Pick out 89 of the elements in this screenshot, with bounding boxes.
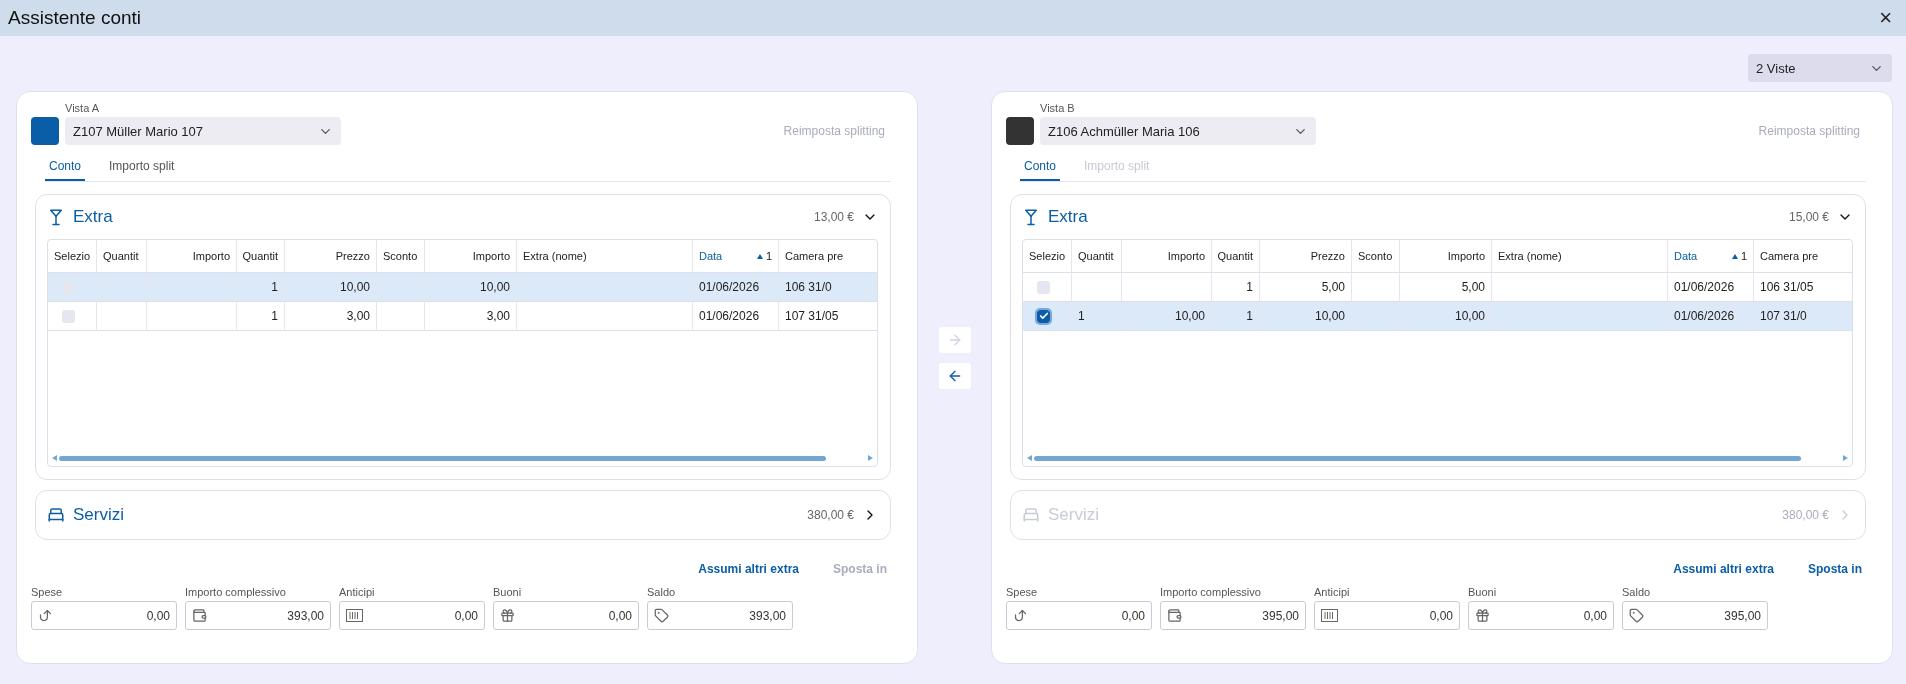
- row-checkbox[interactable]: [1037, 280, 1050, 294]
- table-cell: 10,00: [425, 273, 517, 302]
- table-cell: 1: [237, 302, 285, 331]
- account-select[interactable]: Z107 Müller Mario 107: [65, 117, 341, 145]
- scroll-right-icon[interactable]: [1843, 455, 1848, 461]
- gift-icon: [500, 608, 515, 623]
- view-label: Vista A: [65, 102, 101, 114]
- row-checkbox[interactable]: [1037, 309, 1050, 323]
- extra-card: Extra 15,00 € Selezio Quantit Importo Quantit Prezzo Sconto Importo Extra (nome) Data 1 Camera pre 1 5,00 5,00 01/06/2026 106 31/05 1 10,00 1 10,00 10,00 01/06/2026 107 31/0: [1010, 194, 1866, 480]
- amount-field[interactable]: 0,00: [1468, 601, 1614, 630]
- close-button[interactable]: ×: [1875, 5, 1896, 31]
- wallet-icon: [1167, 608, 1182, 623]
- wallet-icon: [192, 608, 207, 623]
- table-cell: [1072, 273, 1122, 302]
- table-cell: 3,00: [425, 302, 517, 331]
- table-cell: [1352, 273, 1400, 302]
- table-cell: [97, 302, 147, 331]
- table-cell: [377, 273, 425, 302]
- account-select[interactable]: Z106 Achmüller Maria 106: [1040, 117, 1316, 145]
- table-cell: [97, 273, 147, 302]
- table-cell: 106 31/0: [779, 273, 877, 302]
- amount-field[interactable]: 0,00: [493, 601, 639, 630]
- sort-up-icon: [1731, 253, 1738, 259]
- table-cell: 5,00: [1260, 273, 1352, 302]
- row-checkbox[interactable]: [62, 309, 75, 323]
- scroll-left-icon[interactable]: [52, 455, 57, 461]
- table-cell: 01/06/2026: [1668, 273, 1754, 302]
- views-select[interactable]: 2 Viste: [1748, 54, 1892, 82]
- amount-field[interactable]: 0,00: [31, 601, 177, 630]
- scroll-right-icon[interactable]: [868, 455, 873, 461]
- tag-icon: [654, 608, 669, 623]
- glass-icon: [1022, 208, 1040, 226]
- undo-icon: [38, 608, 53, 623]
- field-label: Buoni: [493, 586, 523, 598]
- table-cell: 01/06/2026: [1668, 302, 1754, 331]
- field-label: Spese: [1006, 586, 1039, 598]
- field-label: Anticipi: [1314, 586, 1351, 598]
- scrollbar-thumb[interactable]: [59, 455, 826, 461]
- action-link[interactable]: Assumi altri extra: [698, 562, 799, 576]
- field-label: Importo complessivo: [1160, 586, 1262, 598]
- table-cell: 01/06/2026: [693, 273, 779, 302]
- scrollbar-thumb[interactable]: [1034, 455, 1801, 461]
- tab[interactable]: Conto: [1020, 157, 1061, 181]
- columns-icon: [1321, 609, 1338, 622]
- glass-icon: [47, 208, 65, 226]
- table-cell: 1: [237, 273, 285, 302]
- scroll-left-icon[interactable]: [1027, 455, 1032, 461]
- gift-icon: [1475, 608, 1490, 623]
- amount-field[interactable]: 393,00: [185, 601, 331, 630]
- tab[interactable]: Conto: [45, 157, 86, 181]
- services-card: Servizi 380,00 €: [35, 490, 891, 540]
- field-label: Anticipi: [339, 586, 376, 598]
- table-cell: 10,00: [1260, 302, 1352, 331]
- table-cell: [377, 302, 425, 331]
- action-link[interactable]: Sposta in: [1808, 562, 1862, 576]
- amount-field[interactable]: 395,00: [1622, 601, 1768, 630]
- action-link[interactable]: Assumi altri extra: [1673, 562, 1774, 576]
- table-cell: 01/06/2026: [693, 302, 779, 331]
- table-cell: 107 31/0: [1754, 302, 1852, 331]
- field-label: Saldo: [647, 586, 677, 598]
- bed-icon: [1022, 506, 1040, 524]
- undo-icon: [1013, 608, 1028, 623]
- extra-card: Extra 13,00 € Selezio Quantit Importo Quantit Prezzo Sconto Importo Extra (nome) Data 1 Camera pre 1 10,00 10,00 01/06/2026 106 31/0 1 3,00 3,00 01/06/2026 107 31/05: [35, 194, 891, 480]
- amount-field[interactable]: 393,00: [647, 601, 793, 630]
- table-cell: 10,00: [1122, 302, 1212, 331]
- amount-field[interactable]: 0,00: [339, 601, 485, 630]
- window-title: Assistente conti: [8, 7, 142, 29]
- sort-up-icon: [756, 253, 763, 259]
- amount-field[interactable]: 0,00: [1314, 601, 1460, 630]
- table-cell: 5,00: [1400, 273, 1492, 302]
- field-label: Saldo: [1622, 586, 1652, 598]
- amount-field[interactable]: 395,00: [1160, 601, 1306, 630]
- amount-field[interactable]: 0,00: [1006, 601, 1152, 630]
- field-label: Spese: [31, 586, 64, 598]
- view-label: Vista B: [1040, 102, 1076, 114]
- table-cell: 10,00: [285, 273, 377, 302]
- field-label: Importo complessivo: [185, 586, 287, 598]
- table-cell: 3,00: [285, 302, 377, 331]
- table-cell: 1: [1212, 302, 1260, 331]
- columns-icon: [346, 609, 363, 622]
- table-cell: [1352, 302, 1400, 331]
- bed-icon: [47, 506, 65, 524]
- table-cell: 10,00: [1400, 302, 1492, 331]
- table-cell: 1: [1212, 273, 1260, 302]
- field-label: Buoni: [1468, 586, 1498, 598]
- move-left-button[interactable]: [938, 362, 971, 389]
- table-cell: 1: [1072, 302, 1122, 331]
- tag-icon: [1629, 608, 1644, 623]
- tab[interactable]: Importo split: [105, 157, 179, 181]
